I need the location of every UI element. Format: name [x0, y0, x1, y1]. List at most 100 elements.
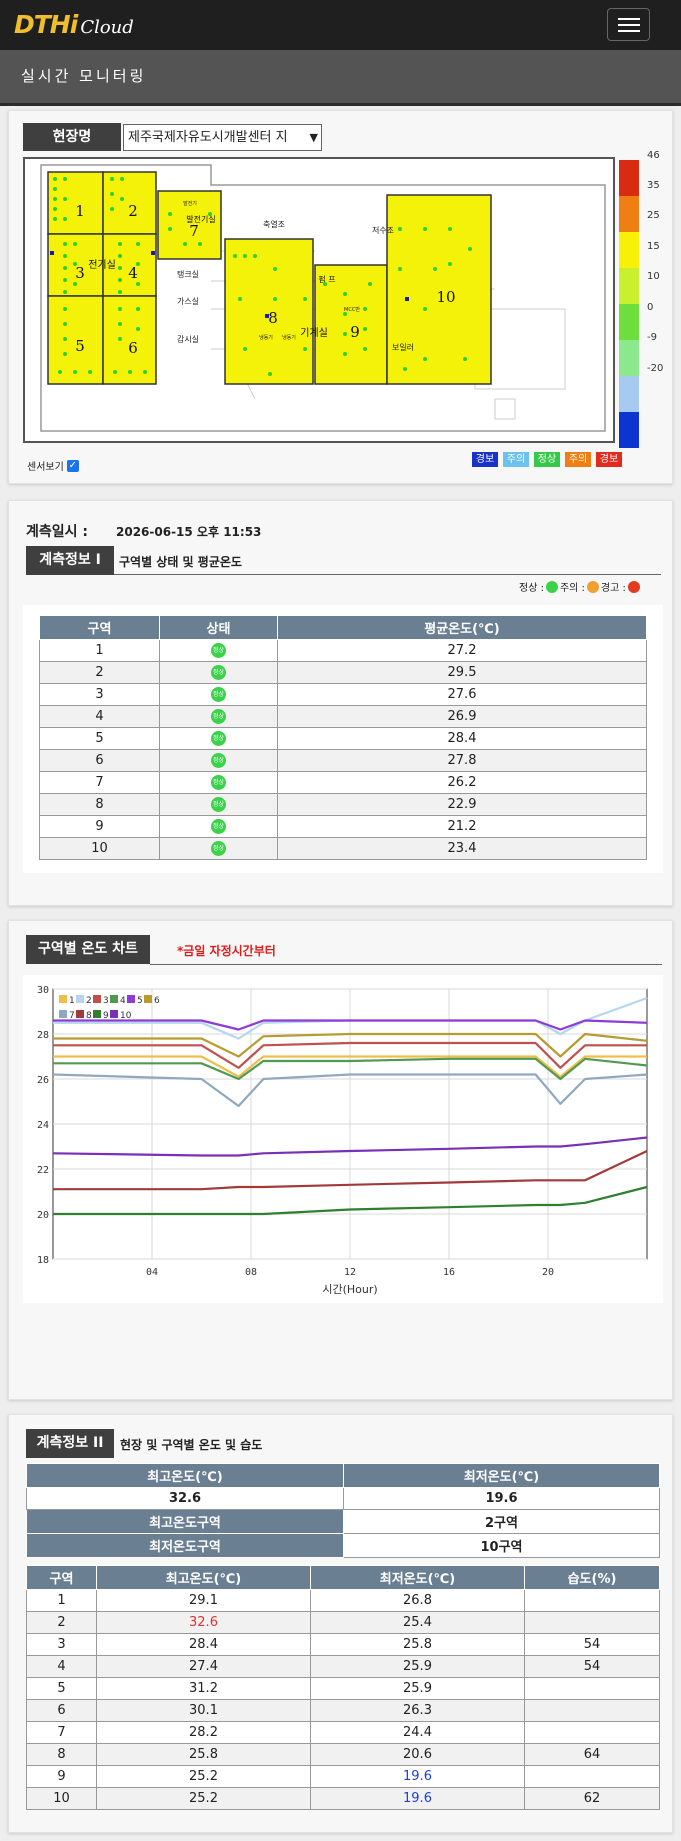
humidity-cell — [524, 1721, 660, 1744]
zone-number: 5 — [75, 337, 85, 355]
zone-cell: 3 — [26, 1633, 97, 1656]
table-row: 1 29.1 26.8 — [26, 1589, 660, 1612]
zone-cell: 8 — [39, 793, 160, 816]
zone-number: 6 — [128, 339, 138, 357]
avg-temp-cell: 29.5 — [277, 661, 647, 684]
normal-status-icon: 정상 — [211, 709, 226, 724]
humidity-cell — [524, 1699, 660, 1722]
room-label: 가스실 — [177, 296, 199, 306]
sensor-checkbox[interactable]: ✓ — [66, 459, 79, 472]
y-tick-label: 30 — [37, 985, 49, 996]
max-temp-cell: 25.8 — [96, 1743, 311, 1766]
avg-temp-cell: 27.8 — [277, 749, 647, 772]
status-cell: 정상 — [159, 771, 278, 794]
humidity-cell — [524, 1589, 660, 1612]
column-header: 습도(%) — [524, 1565, 660, 1590]
zone-detail-table: 구역 최고온도(℃) 최저온도(℃) 습도(%) 1 29.1 26.8 2 32.6… — [26, 1565, 660, 1810]
min-temp-cell: 25.9 — [310, 1655, 525, 1678]
chevron-down-icon: ▼ — [307, 125, 318, 150]
zone-number: 4 — [128, 264, 138, 282]
legend-label: 2 — [86, 996, 92, 1006]
avg-temp-cell: 26.2 — [277, 771, 647, 794]
y-tick-label: 24 — [37, 1120, 49, 1131]
normal-status-icon: 정상 — [211, 643, 226, 658]
page-header: 실시간 모니터링 — [0, 50, 681, 106]
legend-label: 1 — [69, 996, 75, 1006]
zone-cell: 8 — [26, 1743, 97, 1766]
table-row: 9 정상 21.2 — [39, 815, 647, 838]
normal-status-icon: 정상 — [211, 819, 226, 834]
table-row: 5 31.2 25.9 — [26, 1677, 660, 1700]
legend-caution-label: 주의 : — [559, 583, 585, 594]
chart-panel: 18 20 22 24 26 28 30 04 08 12 16 20 시간(Hour) 1 2 3 4 5 6 7 8… — [23, 975, 663, 1303]
room-label: 감시실 — [177, 334, 199, 344]
table-row: 10 25.2 19.6 62 — [26, 1787, 660, 1810]
zone-cell: 1 — [39, 639, 160, 662]
site-min-temp: 19.6 — [343, 1487, 660, 1510]
status-cell: 정상 — [159, 749, 278, 772]
avg-temp-cell: 23.4 — [277, 837, 647, 860]
min-temp-cell: 19.6 — [310, 1765, 525, 1788]
x-tick-label: 12 — [344, 1267, 356, 1278]
avg-temp-cell: 22.9 — [277, 793, 647, 816]
status-legend-alarm-low: 경보 — [472, 452, 498, 467]
table-row: 5 정상 28.4 — [39, 727, 647, 750]
max-temp-cell: 28.4 — [96, 1633, 311, 1656]
logo-text: DTHi — [14, 10, 78, 39]
status-legend-alarm-high: 경보 — [596, 452, 622, 467]
humidity-cell — [524, 1611, 660, 1634]
normal-status-icon: 정상 — [211, 797, 226, 812]
table-row: 3 정상 27.6 — [39, 683, 647, 706]
humidity-cell — [524, 1765, 660, 1788]
divider — [150, 964, 662, 965]
app-logo[interactable]: DTHi Cloud — [14, 10, 134, 40]
min-temp-cell: 25.4 — [310, 1611, 525, 1634]
max-temp-cell: 30.1 — [96, 1699, 311, 1722]
zone-cell: 5 — [39, 727, 160, 750]
status-cell: 정상 — [159, 837, 278, 860]
table-row: 2 32.6 25.4 — [26, 1611, 660, 1634]
zone-number: 9 — [350, 323, 360, 341]
room-label: 저수조 — [372, 226, 394, 235]
section-title: 계측정보 II — [26, 1429, 114, 1458]
legend-swatch — [110, 1010, 118, 1018]
scale-label: 46 — [647, 150, 660, 161]
sensor-toggle[interactable]: 센서보기 ✓ — [27, 458, 79, 473]
x-tick-label: 20 — [542, 1267, 554, 1278]
normal-status-icon: 정상 — [211, 841, 226, 856]
y-tick-label: 20 — [37, 1210, 49, 1221]
zone-cell: 10 — [39, 837, 160, 860]
x-tick-label: 16 — [443, 1267, 455, 1278]
column-header: 상태 — [159, 615, 278, 640]
min-temp-cell: 25.9 — [310, 1677, 525, 1700]
table-row: 7 28.2 24.4 — [26, 1721, 660, 1744]
room-label: 펌 프 — [318, 274, 335, 284]
table-row: 6 30.1 26.3 — [26, 1699, 660, 1722]
menu-toggle-button[interactable] — [607, 8, 650, 41]
legend-swatch — [76, 995, 84, 1003]
avg-temp-cell: 26.9 — [277, 705, 647, 728]
max-temp-cell: 27.4 — [96, 1655, 311, 1678]
zone-cell: 10 — [26, 1787, 97, 1810]
zone-cell: 2 — [26, 1611, 97, 1634]
section-title: 계측정보 I — [26, 546, 114, 575]
legend-swatch — [76, 1010, 84, 1018]
table-row: 2 정상 29.5 — [39, 661, 647, 684]
legend-label: 7 — [69, 1011, 75, 1021]
min-zone-header: 최저온도구역 — [26, 1533, 344, 1558]
site-max-temp: 32.6 — [26, 1487, 344, 1510]
room-label: 보일러 — [392, 343, 414, 352]
status-cell: 정상 — [159, 793, 278, 816]
zone-cell: 4 — [39, 705, 160, 728]
zone-cell: 9 — [39, 815, 160, 838]
caution-icon — [586, 580, 599, 593]
table-row: 9 25.2 19.6 — [26, 1765, 660, 1788]
zone-number: 2 — [128, 202, 138, 220]
room-label: MCC반 — [344, 306, 360, 313]
table-row: 3 28.4 25.8 54 — [26, 1633, 660, 1656]
site-select[interactable]: 제주국제자유도시개발센터 지 ▼ — [123, 124, 322, 151]
site-summary-table: 최고온도(℃) 최저온도(℃) 32.6 19.6 최고온도구역 2구역 최저온도구역… — [26, 1463, 660, 1558]
site-select-value: 제주국제자유도시개발센터 지 — [128, 130, 288, 145]
zone-cell: 4 — [26, 1655, 97, 1678]
x-tick-label: 04 — [146, 1267, 158, 1278]
